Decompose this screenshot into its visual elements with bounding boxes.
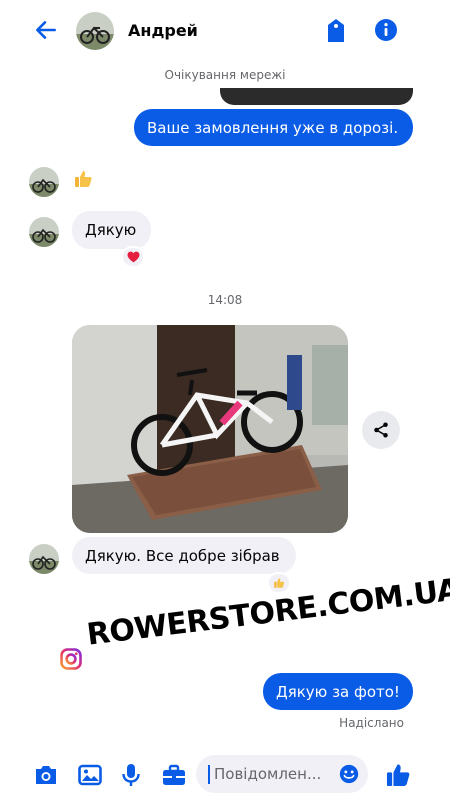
back-arrow-icon[interactable] — [33, 17, 59, 43]
contact-avatar-small[interactable] — [29, 544, 59, 574]
chat-header: Андрей — [0, 0, 450, 62]
emoji-icon[interactable] — [339, 764, 359, 784]
sent-status: Надіслано — [339, 716, 404, 730]
message-text: Дякую. Все добре зібрав — [85, 546, 280, 565]
watermark: ROWERSTORE.COM.UA — [58, 572, 450, 678]
thumbs-up-icon[interactable] — [73, 169, 93, 189]
instagram-icon — [60, 648, 82, 670]
timestamp: 14:08 — [207, 293, 243, 307]
incoming-message[interactable]: Дякую — [72, 211, 151, 249]
contact-name[interactable]: Андрей — [128, 21, 198, 40]
share-icon — [374, 422, 388, 438]
network-status: Очікування мережі — [164, 68, 286, 82]
outgoing-message[interactable]: Дякую за фото! — [263, 673, 413, 710]
incoming-message[interactable]: Дякую. Все добре зібрав — [72, 537, 296, 574]
contact-avatar-small[interactable] — [29, 167, 59, 197]
reaction-badge[interactable] — [121, 246, 145, 268]
info-icon[interactable] — [374, 18, 398, 42]
outgoing-message[interactable]: Ваше замовлення уже в дорозі. — [134, 109, 413, 146]
message-placeholder: Повідомлен... — [214, 765, 322, 783]
message-text: Дякую — [85, 221, 137, 239]
microphone-icon[interactable] — [118, 763, 144, 787]
camera-icon[interactable] — [33, 763, 59, 787]
message-text: Ваше замовлення уже в дорозі. — [147, 118, 399, 137]
text-cursor — [208, 765, 210, 784]
briefcase-icon[interactable] — [161, 763, 187, 787]
tag-icon[interactable] — [325, 18, 347, 44]
heart-icon — [127, 251, 139, 263]
message-text: Дякую за фото! — [276, 682, 400, 701]
bike-photo[interactable] — [72, 325, 348, 533]
gallery-icon[interactable] — [77, 763, 103, 787]
thumbs-up-icon[interactable] — [385, 762, 411, 788]
share-button[interactable] — [362, 411, 400, 449]
contact-avatar[interactable] — [76, 12, 114, 50]
contact-avatar-small[interactable] — [29, 217, 59, 247]
previous-image-edge[interactable] — [220, 88, 413, 105]
